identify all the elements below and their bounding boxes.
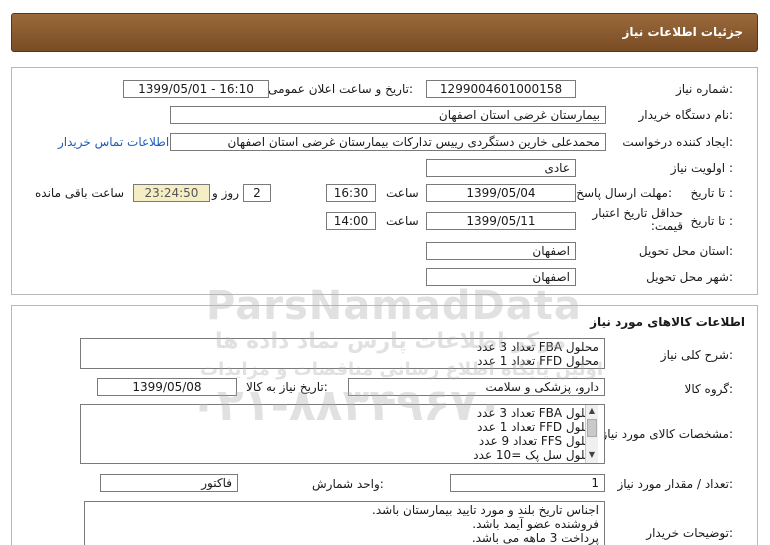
unit-label: واحد شمارش: [312,477,384,491]
price-validity-label: حداقل تاریخ اعتبار قیمت: [592,206,683,233]
day-and-label: روز و [212,186,239,200]
validity-time-label: ساعت [386,214,419,228]
need-date-field: 1399/05/08 [97,378,237,396]
specs-scrollbar[interactable]: ▲ ▼ [585,405,598,463]
quantity-field: 1 [450,474,605,492]
validity-date-field: 1399/05/11 [426,212,576,230]
reply-until-date-label: تا تاریخ : [690,186,733,200]
quantity-label: تعداد / مقدار مورد نیاز: [617,477,733,491]
spec-line: محلول FFS تعداد 9 عدد [478,434,599,448]
spec-line: محلول FFD تعداد 1 عدد [477,420,599,434]
goods-group-label: گروه کالا: [684,382,734,396]
buyer-org-field: بیمارستان غرضی استان اصفهان [170,106,606,124]
spec-line: محلول FBA تعداد 3 عدد [476,406,599,420]
general-desc-line: محلول FBA تعداد 3 عدد [476,340,599,354]
goods-specs-box[interactable]: محلول FBA تعداد 3 عدد محلول FFD تعداد 1 … [80,404,605,464]
reply-time-field: 16:30 [326,184,376,202]
buyer-notes-label: توضیحات خریدار: [646,526,733,540]
buyer-notes-box: اجناس تاریخ بلند و مورد تایید بیمارستان … [84,501,605,545]
delivery-province-label: استان محل تحویل: [638,244,733,258]
general-desc-box: محلول FBA تعداد 3 عدد محلول FFD تعداد 1 … [80,338,605,369]
general-desc-line: محلول FFD تعداد 1 عدد [477,354,599,368]
time-left-field: 23:24:50 [133,184,210,202]
page-header: جزئیات اطلاعات نیاز [11,13,758,52]
reply-time-label: ساعت [386,186,419,200]
need-number-field: 1299004601000158 [426,80,576,98]
priority-label: اولویت نیاز : [670,161,733,175]
page-title: جزئیات اطلاعات نیاز [622,25,743,39]
requester-label: ایجاد کننده درخواست: [622,135,733,149]
delivery-city-field: اصفهان [426,268,576,286]
scroll-up-icon[interactable]: ▲ [586,405,598,417]
buyer-contact-link[interactable]: اطلاعات تماس خریدار [58,135,169,149]
need-number-label: شماره نیاز: [675,82,733,96]
remaining-label: ساعت باقی مانده [35,186,125,200]
delivery-province-field: اصفهان [426,242,576,260]
note-line: اجناس تاریخ بلند و مورد تایید بیمارستان … [372,503,599,517]
announce-datetime-label: تاریخ و ساعت اعلان عمومی: [268,82,413,96]
scroll-thumb[interactable] [587,419,597,437]
need-date-label: تاریخ نیاز به کالا: [246,380,328,394]
priority-field: عادی [426,159,576,177]
days-left-field: 2 [243,184,271,202]
requester-field: محمدعلی خارین دستگردی رییس تدارکات بیمار… [170,133,606,151]
reply-deadline-label: مهلت ارسال پاسخ: [576,186,672,200]
goods-section-title: اطلاعات کالاهای مورد نیاز [590,315,745,329]
buyer-org-label: نام دستگاه خریدار: [638,108,734,122]
validity-time-field: 14:00 [326,212,376,230]
validity-until-date-label: تا تاریخ : [690,214,733,228]
general-desc-label: شرح کلی نیاز: [660,348,733,362]
note-line: پرداخت 3 ماهه می باشد. [471,531,599,545]
need-info-panel [11,67,758,295]
scroll-down-icon[interactable]: ▼ [586,449,598,461]
note-line: فروشنده عضو آیمد باشد. [472,517,599,531]
announce-datetime-field: 1399/05/01 - 16:10 [123,80,269,98]
goods-specs-label: مشخصات کالای مورد نیاز: [601,427,733,441]
reply-date-field: 1399/05/04 [426,184,576,202]
delivery-city-label: شهر محل تحویل: [646,270,733,284]
unit-field: فاکتور [100,474,238,492]
goods-group-field: دارو، پزشکی و سلامت [348,378,605,396]
spec-line: محلول سل پک =10 عدد [473,448,599,462]
